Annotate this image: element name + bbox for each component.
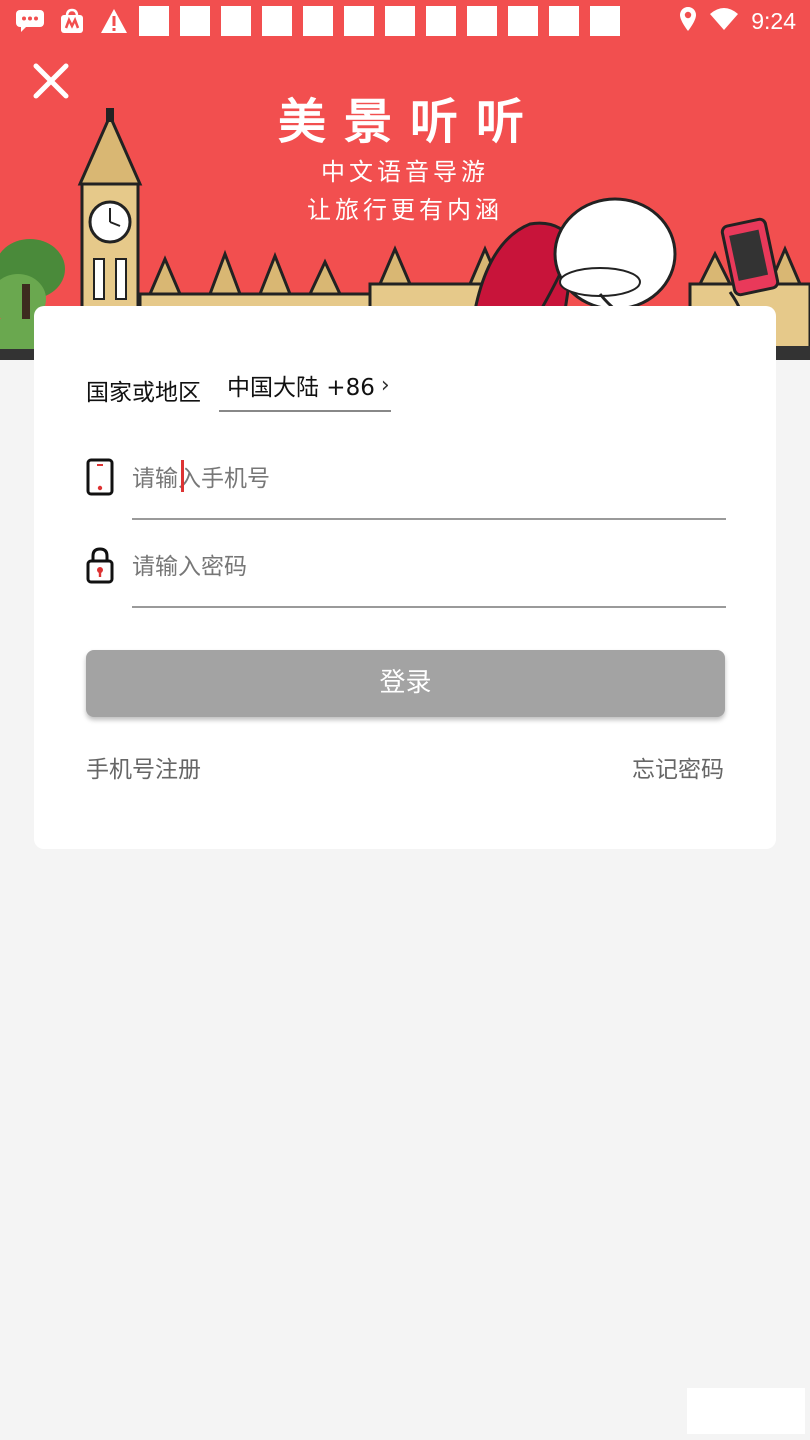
corner-overlay [687, 1388, 805, 1434]
notification-placeholder [303, 6, 333, 36]
region-row: 国家或地区 中国大陆 +86 › [86, 368, 391, 412]
notification-placeholder [180, 6, 210, 36]
banner-title: 美景听听 [277, 94, 542, 150]
notification-placeholder [426, 6, 456, 36]
region-value: 中国大陆 +86 [227, 375, 375, 401]
phone-field [86, 444, 726, 524]
text-cursor [181, 460, 184, 492]
lock-icon [86, 547, 114, 584]
region-selector[interactable]: 中国大陆 +86 › [219, 368, 391, 412]
notification-placeholder [549, 6, 579, 36]
location-icon [679, 6, 697, 36]
register-link[interactable]: 手机号注册 [86, 750, 201, 784]
wifi-icon [709, 7, 739, 35]
phone-icon [86, 458, 114, 496]
notification-placeholder [344, 6, 374, 36]
login-button[interactable]: 登录 [86, 650, 725, 717]
notification-placeholder [508, 6, 538, 36]
banner-subtitle-2: 让旅行更有内涵 [307, 196, 503, 224]
region-label: 国家或地区 [86, 380, 201, 406]
chevron-right-icon: › [380, 372, 390, 398]
notification-placeholder [590, 6, 620, 36]
status-time: 9:24 [751, 7, 796, 34]
notification-placeholder [221, 6, 251, 36]
notification-placeholder [262, 6, 292, 36]
password-field [86, 532, 726, 612]
login-card: 国家或地区 中国大陆 +86 › 登录 手机号注册 忘记密码 [34, 306, 776, 849]
phone-input[interactable] [132, 444, 726, 520]
notification-placeholders [139, 6, 620, 36]
notification-placeholder [385, 6, 415, 36]
notification-placeholder [139, 6, 169, 36]
password-input[interactable] [132, 532, 726, 608]
notification-placeholder [467, 6, 497, 36]
message-icon [14, 6, 46, 36]
status-bar: 9:24 [0, 0, 810, 44]
forgot-password-link[interactable]: 忘记密码 [632, 750, 724, 784]
banner-subtitle-1: 中文语音导游 [321, 158, 489, 186]
shopping-bag-icon [56, 6, 88, 36]
warning-icon [98, 6, 130, 36]
